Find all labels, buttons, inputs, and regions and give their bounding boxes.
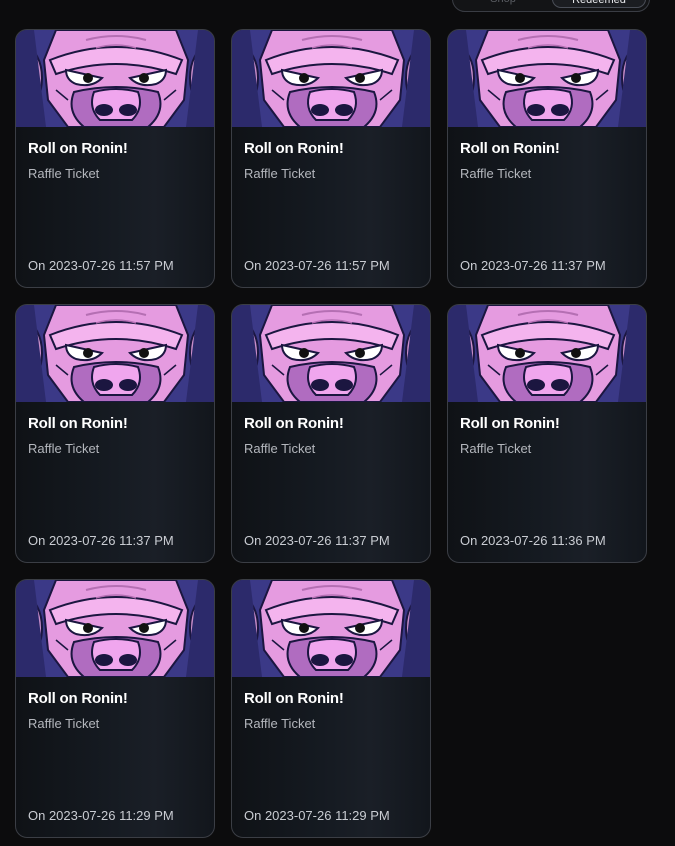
gorilla-face-art (448, 30, 647, 127)
redeemed-date: On 2023-07-26 11:37 PM (28, 533, 174, 548)
item-title: Roll on Ronin! (244, 140, 344, 157)
gorilla-face-art (232, 305, 431, 402)
item-title: Roll on Ronin! (460, 415, 560, 432)
redeemed-item-card[interactable]: Roll on Ronin! Raffle Ticket On 2023-07-… (15, 579, 215, 838)
redeemed-date: On 2023-07-26 11:37 PM (460, 258, 606, 273)
item-type: Raffle Ticket (244, 166, 316, 181)
item-title: Roll on Ronin! (244, 415, 344, 432)
redeemed-item-card[interactable]: Roll on Ronin! Raffle Ticket On 2023-07-… (231, 579, 431, 838)
item-title: Roll on Ronin! (28, 140, 128, 157)
item-type: Raffle Ticket (244, 441, 316, 456)
redeemed-date: On 2023-07-26 11:29 PM (28, 808, 174, 823)
redeemed-items-page: Shop Redeemed Roll on Ronin! Raffle Tick… (0, 0, 675, 846)
gorilla-face-art (16, 30, 215, 127)
item-title: Roll on Ronin! (244, 690, 344, 707)
gorilla-face-art (16, 580, 215, 677)
redeemed-item-card[interactable]: Roll on Ronin! Raffle Ticket On 2023-07-… (231, 29, 431, 288)
item-title: Roll on Ronin! (460, 140, 560, 157)
redeemed-item-card[interactable]: Roll on Ronin! Raffle Ticket On 2023-07-… (231, 304, 431, 563)
item-type: Raffle Ticket (244, 716, 316, 731)
redeemed-item-card[interactable]: Roll on Ronin! Raffle Ticket On 2023-07-… (15, 304, 215, 563)
item-type: Raffle Ticket (28, 441, 100, 456)
redeemed-date: On 2023-07-26 11:57 PM (244, 258, 390, 273)
item-type: Raffle Ticket (460, 441, 532, 456)
redeemed-items-grid: Roll on Ronin! Raffle Ticket On 2023-07-… (15, 29, 647, 838)
redeemed-item-card[interactable]: Roll on Ronin! Raffle Ticket On 2023-07-… (447, 29, 647, 288)
toggle-option-shop[interactable]: Shop (457, 0, 549, 8)
item-type: Raffle Ticket (460, 166, 532, 181)
redeemed-date: On 2023-07-26 11:36 PM (460, 533, 606, 548)
toggle-option-redeemed[interactable]: Redeemed (552, 0, 646, 8)
redeemed-date: On 2023-07-26 11:37 PM (244, 533, 390, 548)
redeemed-item-card[interactable]: Roll on Ronin! Raffle Ticket On 2023-07-… (447, 304, 647, 563)
gorilla-face-art (448, 305, 647, 402)
redeemed-date: On 2023-07-26 11:29 PM (244, 808, 390, 823)
item-type: Raffle Ticket (28, 166, 100, 181)
shop-redeemed-toggle[interactable]: Shop Redeemed (452, 0, 650, 12)
item-title: Roll on Ronin! (28, 415, 128, 432)
gorilla-face-art (232, 30, 431, 127)
item-title: Roll on Ronin! (28, 690, 128, 707)
redeemed-item-card[interactable]: Roll on Ronin! Raffle Ticket On 2023-07-… (15, 29, 215, 288)
redeemed-date: On 2023-07-26 11:57 PM (28, 258, 174, 273)
gorilla-face-art (232, 580, 431, 677)
item-type: Raffle Ticket (28, 716, 100, 731)
gorilla-face-art (16, 305, 215, 402)
